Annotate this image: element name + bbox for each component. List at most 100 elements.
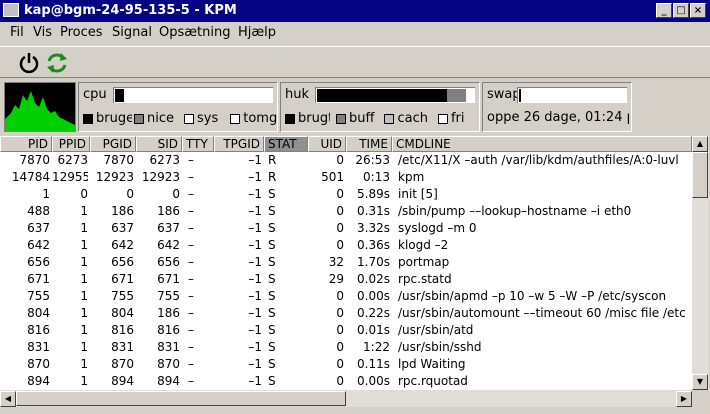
cell-cmdline: syslogd –m 0 bbox=[398, 221, 477, 235]
cell-stat: S bbox=[268, 340, 276, 354]
vertical-scroll-thumb[interactable] bbox=[692, 152, 708, 198]
cell-stat: S bbox=[268, 272, 276, 286]
minimize-button[interactable]: _ bbox=[656, 3, 672, 18]
cell-pgid: 894 bbox=[111, 374, 134, 388]
refresh-icon[interactable] bbox=[44, 50, 70, 76]
cell-pgid: 0 bbox=[126, 187, 134, 201]
table-row[interactable]: 637 1 637 637– –1 S 0 3.32s syslogd –m 0 bbox=[0, 220, 692, 236]
column-header-uid[interactable]: UID bbox=[308, 136, 346, 152]
menu-signal[interactable]: Signal bbox=[112, 25, 152, 40]
cell-cmdline: init [5] bbox=[398, 187, 438, 201]
scroll-right-button[interactable]: ▶ bbox=[676, 391, 692, 407]
column-header-time[interactable]: TIME bbox=[346, 136, 392, 152]
cell-tty: – bbox=[188, 221, 194, 235]
table-header: PID PPID PGID SID TTY TPGID STAT UID TIME CMDLINE bbox=[0, 136, 692, 152]
menu-proces[interactable]: Proces bbox=[60, 25, 103, 40]
scroll-up-button[interactable]: ▲ bbox=[692, 136, 708, 152]
column-header-tty[interactable]: TTY bbox=[182, 136, 214, 152]
column-header-stat[interactable]: STAT bbox=[264, 136, 308, 152]
cell-uid: 32 bbox=[328, 255, 344, 269]
cell-pgid: 637 bbox=[111, 221, 134, 235]
cpu-used-fill bbox=[115, 89, 124, 102]
cell-stat: S bbox=[268, 204, 276, 218]
cell-stat: S bbox=[268, 306, 276, 320]
cell-pid: 642 bbox=[27, 238, 50, 252]
scroll-down-button[interactable]: ▼ bbox=[692, 374, 708, 390]
cpu-meter: cpu bruger nice sys tomg bbox=[78, 82, 278, 132]
cell-pid: 1 bbox=[42, 187, 50, 201]
cell-cmdline: klogd –2 bbox=[398, 238, 449, 252]
cell-sid: 0 bbox=[172, 187, 180, 201]
cell-sid: 755 bbox=[157, 289, 180, 303]
column-header-sid[interactable]: SID bbox=[136, 136, 182, 152]
table-row[interactable]: 488 1 186 186– –1 S 0 0.31s/sbin/pump ––lookup–… bbox=[0, 203, 692, 219]
scroll-left-button[interactable]: ◀ bbox=[0, 391, 16, 407]
horizontal-scroll-thumb[interactable] bbox=[16, 391, 346, 406]
cell-stat: S bbox=[268, 289, 276, 303]
cell-time: 1.70s bbox=[357, 255, 390, 269]
cell-cmdline: lpd Waiting bbox=[398, 357, 466, 371]
table-row[interactable]: 816 1 816 816– –1 S 0 0.01s/usr/sbin/atd bbox=[0, 322, 692, 338]
swap-meter: swap oppe 26 dage, 01:24 p bbox=[482, 82, 632, 132]
table-row[interactable]: 755 1 755 755– –1 S 0 0.00s/usr/sbin/apmd –p 10… bbox=[0, 288, 692, 304]
cell-sid: 637 bbox=[157, 221, 180, 235]
toolbar bbox=[0, 46, 710, 78]
menu-bar: Fil Vis Proces Signal Opsætning Hjælp bbox=[0, 22, 710, 44]
cell-uid: 0 bbox=[336, 323, 344, 337]
cell-pid: 804 bbox=[27, 306, 50, 320]
cell-pid: 831 bbox=[27, 340, 50, 354]
column-header-pgid[interactable]: PGID bbox=[90, 136, 136, 152]
cell-sid: 894 bbox=[157, 374, 180, 388]
cell-pid: 755 bbox=[27, 289, 50, 303]
column-header-ppid[interactable]: PPID bbox=[52, 136, 90, 152]
cell-sid: 642 bbox=[157, 238, 180, 252]
cell-stat: S bbox=[268, 255, 276, 269]
menu-opsaetning[interactable]: Opsætning bbox=[159, 25, 230, 40]
menu-vis[interactable]: Vis bbox=[33, 25, 52, 40]
cell-cmdline: /usr/sbin/atd bbox=[398, 323, 474, 337]
table-row[interactable]: 656 1 656 656– –1 S 32 1.70s portmap bbox=[0, 254, 692, 270]
cell-time: 0.36s bbox=[357, 238, 390, 252]
power-icon[interactable] bbox=[16, 50, 42, 76]
column-header-pid[interactable]: PID bbox=[0, 136, 52, 152]
memory-bar bbox=[315, 87, 475, 103]
horizontal-scrollbar[interactable]: ◀ ▶ bbox=[0, 390, 692, 407]
legend-nice: nice bbox=[147, 111, 174, 126]
table-row[interactable]: 1 0 0 0– –1 S 0 5.89s init [5] bbox=[0, 186, 692, 202]
table-row[interactable]: 671 1 671 671– –1 S 29 0.02s rpc.statd bbox=[0, 271, 692, 287]
column-header-tpgid[interactable]: TPGID bbox=[214, 136, 264, 152]
cell-uid: 0 bbox=[336, 238, 344, 252]
cell-tpgid: –1 bbox=[248, 374, 262, 388]
table-row[interactable]: 7870 6273 7870 6273– –1 R 0 26:53/etc/X11/X –au… bbox=[0, 152, 692, 168]
cell-time: 0.00s bbox=[357, 289, 390, 303]
menu-fil[interactable]: Fil bbox=[10, 25, 24, 40]
menu-hjaelp[interactable]: Hjælp bbox=[238, 25, 276, 40]
cell-tpgid: –1 bbox=[248, 187, 262, 201]
legend-sys: sys bbox=[197, 111, 219, 126]
table-row[interactable]: 804 1 804 186– –1 S 0 0.22s/usr/sbin/automount … bbox=[0, 305, 692, 321]
cell-time: 1:22 bbox=[363, 340, 390, 354]
swap-label: swap bbox=[487, 87, 519, 102]
cell-sid: 816 bbox=[157, 323, 180, 337]
close-button[interactable]: × bbox=[690, 3, 706, 18]
cell-uid: 0 bbox=[336, 204, 344, 218]
cell-cmdline: kpm bbox=[398, 170, 425, 184]
cell-time: 0.11s bbox=[357, 357, 390, 371]
table-row[interactable]: 870 1 870 870– –1 S 0 0.11s lpd Waiting bbox=[0, 356, 692, 372]
cell-pid: 637 bbox=[27, 221, 50, 235]
cell-sid: 6273 bbox=[149, 153, 180, 167]
memory-buff-fill bbox=[447, 89, 466, 102]
table-row[interactable]: 642 1 642 642– –1 S 0 0.36s klogd –2 bbox=[0, 237, 692, 253]
app-icon[interactable] bbox=[3, 3, 19, 17]
maximize-button[interactable]: □ bbox=[673, 3, 689, 18]
cell-cmdline: /usr/sbin/apmd –p 10 –w 5 –W –P /etc/sys… bbox=[398, 289, 667, 303]
table-row[interactable]: 14784 12955 12923 12923– –1 R 501 0:13 kpm bbox=[0, 169, 692, 185]
table-row[interactable]: 894 1 894 894– –1 S 0 0.00s rpc.rquotad bbox=[0, 373, 692, 389]
cell-stat: S bbox=[268, 323, 276, 337]
cell-time: 26:53 bbox=[355, 153, 390, 167]
column-header-cmdline[interactable]: CMDLINE bbox=[392, 136, 692, 152]
vertical-scrollbar[interactable]: ▲ ▼ bbox=[692, 136, 709, 390]
legend-tomg: tomg bbox=[243, 111, 278, 126]
memory-used-fill bbox=[317, 89, 447, 102]
table-row[interactable]: 831 1 831 831– –1 S 0 1:22/usr/sbin/sshd bbox=[0, 339, 692, 355]
